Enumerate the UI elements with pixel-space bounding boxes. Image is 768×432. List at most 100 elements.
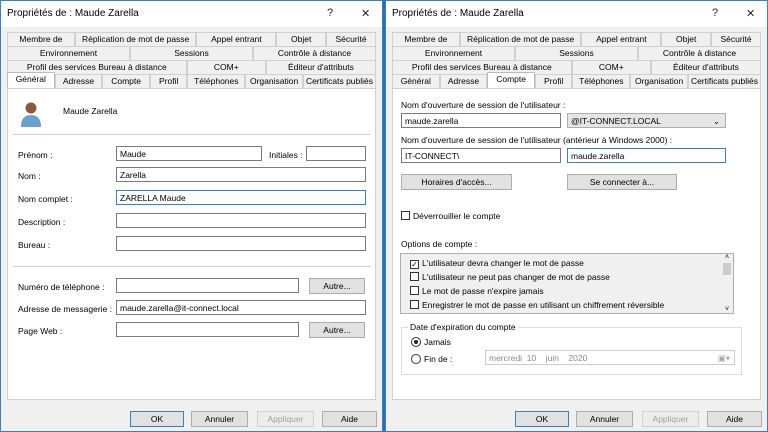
help-button[interactable]: ?: [712, 7, 718, 19]
nom-label: Nom :: [18, 171, 41, 181]
prenom-input[interactable]: Maude: [116, 146, 262, 161]
tab-sessions[interactable]: Sessions: [515, 46, 638, 60]
account-option-checkbox[interactable]: L'utilisateur ne peut pas changer de mot…: [410, 270, 733, 284]
tab-com[interactable]: COM+: [571, 60, 651, 74]
tab-compte[interactable]: Compte: [102, 74, 150, 88]
tel-input[interactable]: [116, 278, 299, 293]
logon-hours-button[interactable]: Horaires d'accès...: [401, 174, 512, 190]
options-label: Options de compte :: [401, 239, 478, 249]
tab-profil-rds[interactable]: Profil des services Bureau à distance: [392, 60, 572, 74]
tab-com[interactable]: COM+: [186, 60, 266, 74]
tab-sessions[interactable]: Sessions: [130, 46, 253, 60]
web-input[interactable]: [116, 322, 299, 337]
help-dialog-button[interactable]: Aide: [707, 411, 762, 427]
bureau-input[interactable]: [116, 236, 366, 251]
tab-certificats[interactable]: Certificats publiés: [302, 74, 376, 88]
description-input[interactable]: [116, 213, 366, 228]
tab-appel-entrant[interactable]: Appel entrant: [581, 32, 662, 46]
tab-editeur[interactable]: Éditeur d'attributs: [265, 60, 376, 74]
help-dialog-button[interactable]: Aide: [322, 411, 377, 427]
scroll-thumb[interactable]: [723, 263, 731, 275]
web-label: Page Web :: [18, 326, 63, 336]
tab-profil[interactable]: Profil: [534, 74, 573, 88]
ok-button[interactable]: OK: [130, 411, 184, 427]
tel-label: Numéro de téléphone :: [18, 282, 105, 292]
tab-organisation[interactable]: Organisation: [245, 74, 303, 88]
date-num: 10: [526, 353, 537, 363]
close-button[interactable]: ✕: [361, 7, 370, 20]
description-label: Description :: [18, 217, 66, 227]
pre2000-domain-input[interactable]: IT-CONNECT\: [401, 148, 561, 163]
account-option-checkbox[interactable]: ✓ L'utilisateur devra changer le mot de p…: [410, 256, 733, 270]
checkbox-icon: [410, 300, 419, 309]
pre2000-label: Nom d'ouverture de session de l'utilisat…: [401, 135, 673, 145]
tab-telephones[interactable]: Téléphones: [187, 74, 246, 88]
general-panel: Maude Zarella Prénom : Maude Initiales :…: [7, 88, 376, 400]
tab-securite[interactable]: Sécurité: [326, 32, 376, 46]
expiry-date-picker[interactable]: mercredi 10 juin 2020 ▣▾: [485, 350, 735, 365]
logon-to-button[interactable]: Se connecter à...: [567, 174, 677, 190]
date-month: juin: [545, 353, 559, 363]
scroll-up-icon[interactable]: ˄: [721, 254, 733, 261]
tab-general[interactable]: Général: [392, 74, 440, 88]
web-autre-button[interactable]: Autre...: [309, 322, 365, 338]
tab-replication[interactable]: Réplication de mot de passe: [459, 32, 582, 46]
pre2000-user-input[interactable]: maude.zarella: [567, 148, 726, 163]
account-options-list[interactable]: ✓ L'utilisateur devra changer le mot de p…: [400, 253, 734, 314]
apply-button[interactable]: Appliquer: [257, 411, 314, 427]
unlock-label: Déverrouiller le compte: [413, 211, 501, 221]
domain-select[interactable]: @IT-CONNECT.LOCAL ⌄: [567, 113, 726, 128]
tab-membre-de[interactable]: Membre de: [392, 32, 460, 46]
end-of-radio[interactable]: Fin de :: [411, 354, 452, 364]
tab-telephones[interactable]: Téléphones: [572, 74, 631, 88]
close-button[interactable]: ✕: [746, 7, 755, 20]
tab-membre-de[interactable]: Membre de: [7, 32, 75, 46]
tab-certificats[interactable]: Certificats publiés: [687, 74, 761, 88]
cancel-button[interactable]: Annuler: [576, 411, 633, 427]
unlock-checkbox[interactable]: Déverrouiller le compte: [401, 211, 500, 221]
tel-autre-button[interactable]: Autre...: [309, 278, 365, 294]
never-radio[interactable]: Jamais: [411, 337, 451, 347]
tab-controle[interactable]: Contrôle à distance: [253, 46, 376, 60]
date-year: 2020: [568, 353, 588, 363]
tab-objet[interactable]: Objet: [661, 32, 712, 46]
nom-complet-input[interactable]: ZARELLA Maude: [116, 190, 366, 205]
tab-profil[interactable]: Profil: [149, 74, 188, 88]
cancel-button[interactable]: Annuler: [191, 411, 248, 427]
tab-adresse[interactable]: Adresse: [439, 74, 488, 88]
tab-objet[interactable]: Objet: [276, 32, 327, 46]
ok-button[interactable]: OK: [515, 411, 569, 427]
never-label: Jamais: [424, 337, 451, 347]
help-button[interactable]: ?: [327, 7, 333, 19]
end-of-label: Fin de :: [424, 354, 453, 364]
calendar-icon[interactable]: ▣▾: [718, 352, 730, 364]
account-option-label: L'utilisateur ne peut pas changer de mot…: [422, 272, 610, 282]
mail-label: Adresse de messagerie :: [18, 304, 113, 314]
apply-button[interactable]: Appliquer: [642, 411, 699, 427]
account-option-label: L'utilisateur devra changer le mot de pa…: [422, 258, 584, 268]
tab-organisation[interactable]: Organisation: [630, 74, 688, 88]
scroll-down-icon[interactable]: ˅: [721, 306, 733, 313]
tab-environnement[interactable]: Environnement: [7, 46, 130, 60]
logon-input[interactable]: maude.zarella: [401, 113, 561, 128]
account-option-checkbox[interactable]: Enregistrer le mot de passe en utilisant…: [410, 298, 733, 312]
tab-controle[interactable]: Contrôle à distance: [638, 46, 761, 60]
display-name: Maude Zarella: [63, 106, 118, 116]
tab-appel-entrant[interactable]: Appel entrant: [196, 32, 277, 46]
tab-adresse[interactable]: Adresse: [54, 74, 103, 88]
dialog-general: Propriétés de : Maude Zarella ? ✕ Membre…: [0, 0, 383, 432]
tab-replication[interactable]: Réplication de mot de passe: [74, 32, 197, 46]
title-bar: Propriétés de : Maude Zarella ? ✕: [386, 1, 767, 27]
account-option-label: Enregistrer le mot de passe en utilisant…: [422, 300, 665, 310]
tab-environnement[interactable]: Environnement: [392, 46, 515, 60]
mail-input[interactable]: maude.zarella@it-connect.local: [116, 300, 366, 315]
tab-securite[interactable]: Sécurité: [711, 32, 761, 46]
scrollbar[interactable]: ˄ ˅: [721, 254, 733, 313]
nom-input[interactable]: Zarella: [116, 167, 366, 182]
nom-complet-label: Nom complet :: [18, 194, 73, 204]
initiales-input[interactable]: [306, 146, 366, 161]
tab-compte[interactable]: Compte: [487, 72, 535, 88]
tab-general[interactable]: Général: [7, 72, 55, 88]
account-option-checkbox[interactable]: Le mot de passe n'expire jamais: [410, 284, 733, 298]
tab-editeur[interactable]: Éditeur d'attributs: [650, 60, 761, 74]
